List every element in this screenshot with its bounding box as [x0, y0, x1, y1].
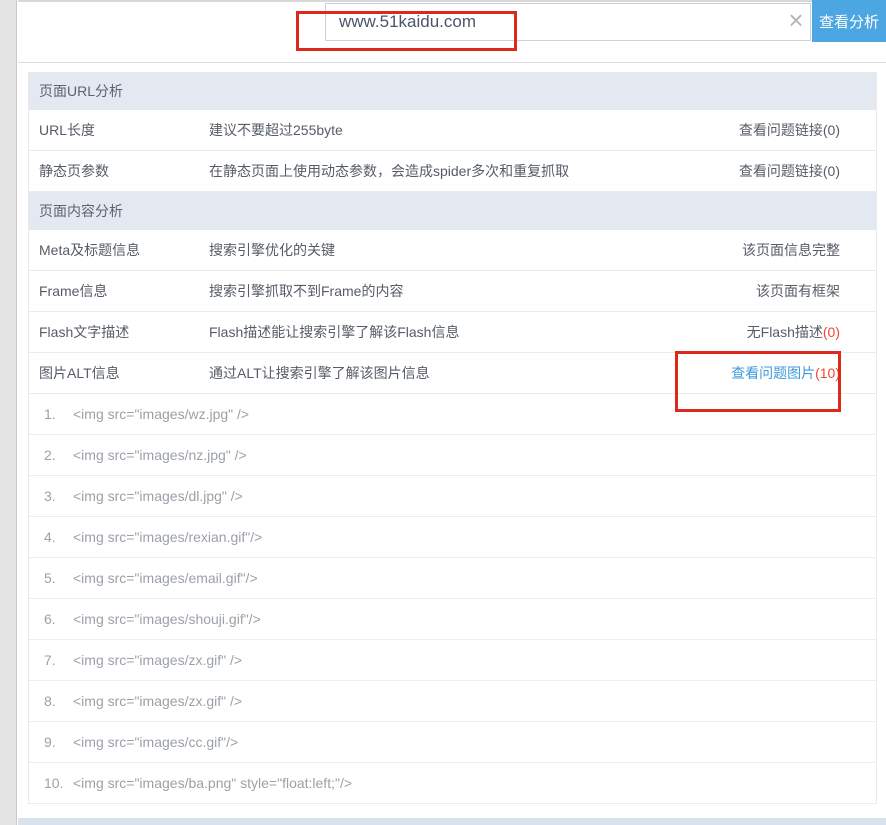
window-edge-strip	[0, 0, 17, 825]
section-title: 页面内容分析	[39, 201, 123, 221]
row-result: 无Flash描述(0)	[747, 322, 876, 342]
list-number: 3.	[44, 488, 66, 504]
analysis-table: 页面URL分析 URL长度 建议不要超过255byte 查看问题链接(0) 静态…	[28, 72, 877, 804]
row-description: 通过ALT让搜索引擎了解该图片信息	[209, 363, 731, 383]
list-item: 10. <img src="images/ba.png" style="floa…	[29, 763, 876, 804]
row-description: 在静态页面上使用动态参数，会造成spider多次和重复抓取	[209, 161, 739, 181]
view-problem-links[interactable]: 查看问题链接(0)	[739, 163, 840, 179]
close-icon[interactable]: ×	[781, 4, 811, 38]
list-number: 9.	[44, 734, 66, 750]
list-item: 5. <img src="images/email.gif"/>	[29, 558, 876, 599]
top-border-line	[18, 0, 886, 2]
row-description: Flash描述能让搜索引擎了解该Flash信息	[209, 322, 747, 342]
result-count: (0)	[823, 324, 840, 340]
img-tag-code: <img src="images/shouji.gif"/>	[73, 611, 261, 627]
list-item: 1. <img src="images/wz.jpg" />	[29, 394, 876, 435]
img-tag-code: <img src="images/zx.gif" />	[73, 693, 242, 709]
section-header-url-analysis: 页面URL分析	[29, 72, 876, 110]
list-number: 2.	[44, 447, 66, 463]
row-result: 该页面信息完整	[742, 240, 876, 260]
analysis-row-static-params: 静态页参数 在静态页面上使用动态参数，会造成spider多次和重复抓取 查看问题…	[29, 151, 876, 192]
analysis-row-frame: Frame信息 搜索引擎抓取不到Frame的内容 该页面有框架	[29, 271, 876, 312]
row-label: Meta及标题信息	[29, 240, 209, 260]
list-number: 7.	[44, 652, 66, 668]
url-input-value: www.51kaidu.com	[326, 12, 476, 32]
img-tag-code: <img src="images/email.gif"/>	[73, 570, 258, 586]
row-description: 搜索引擎抓取不到Frame的内容	[209, 281, 756, 301]
img-tag-code: <img src="images/rexian.gif"/>	[73, 529, 262, 545]
img-tag-code: <img src="images/dl.jpg" />	[73, 488, 243, 504]
row-result: 查看问题链接(0)	[739, 161, 876, 181]
analysis-row-flash: Flash文字描述 Flash描述能让搜索引擎了解该Flash信息 无Flash…	[29, 312, 876, 353]
analysis-row-meta: Meta及标题信息 搜索引擎优化的关键 该页面信息完整	[29, 230, 876, 271]
section-header-content-analysis: 页面内容分析	[29, 192, 876, 230]
img-tag-code: <img src="images/nz.jpg" />	[73, 447, 247, 463]
row-label: 图片ALT信息	[29, 363, 209, 383]
list-number: 10.	[44, 775, 66, 791]
url-search-input[interactable]: www.51kaidu.com	[325, 3, 811, 41]
row-description: 建议不要超过255byte	[209, 120, 739, 140]
result-count: (10)	[815, 365, 840, 381]
row-result: 查看问题图片(10)	[731, 363, 876, 383]
analysis-row-url-length: URL长度 建议不要超过255byte 查看问题链接(0)	[29, 110, 876, 151]
list-item: 4. <img src="images/rexian.gif"/>	[29, 517, 876, 558]
section-title: 页面URL分析	[39, 81, 123, 101]
row-result: 查看问题链接(0)	[739, 120, 876, 140]
row-label: 静态页参数	[29, 161, 209, 181]
header-divider	[18, 62, 886, 63]
row-result: 该页面有框架	[756, 281, 876, 301]
img-tag-code: <img src="images/zx.gif" />	[73, 652, 242, 668]
result-status: 该页面信息完整	[742, 242, 840, 258]
list-number: 6.	[44, 611, 66, 627]
img-tag-code: <img src="images/cc.gif"/>	[73, 734, 238, 750]
list-number: 5.	[44, 570, 66, 586]
result-status: 无Flash描述	[747, 324, 823, 340]
list-item: 6. <img src="images/shouji.gif"/>	[29, 599, 876, 640]
analyze-button[interactable]: 查看分析	[812, 0, 886, 42]
row-label: Frame信息	[29, 281, 209, 301]
img-tag-code: <img src="images/wz.jpg" />	[73, 406, 249, 422]
row-description: 搜索引擎优化的关键	[209, 240, 742, 260]
seo-analysis-page: { "search": { "value": "www.51kaidu.com"…	[0, 0, 886, 825]
bottom-scrollbar-track[interactable]	[18, 818, 886, 825]
view-problem-links[interactable]: 查看问题链接(0)	[739, 122, 840, 138]
row-label: Flash文字描述	[29, 322, 209, 342]
img-tag-code: <img src="images/ba.png" style="float:le…	[73, 775, 352, 791]
list-item: 7. <img src="images/zx.gif" />	[29, 640, 876, 681]
list-number: 4.	[44, 529, 66, 545]
list-item: 3. <img src="images/dl.jpg" />	[29, 476, 876, 517]
result-status: 该页面有框架	[756, 283, 840, 299]
list-item: 2. <img src="images/nz.jpg" />	[29, 435, 876, 476]
analysis-row-img-alt: 图片ALT信息 通过ALT让搜索引擎了解该图片信息 查看问题图片(10)	[29, 353, 876, 394]
list-item: 9. <img src="images/cc.gif"/>	[29, 722, 876, 763]
list-number: 8.	[44, 693, 66, 709]
list-number: 1.	[44, 406, 66, 422]
row-label: URL长度	[29, 120, 209, 140]
list-item: 8. <img src="images/zx.gif" />	[29, 681, 876, 722]
view-problem-images-link[interactable]: 查看问题图片	[731, 365, 815, 381]
